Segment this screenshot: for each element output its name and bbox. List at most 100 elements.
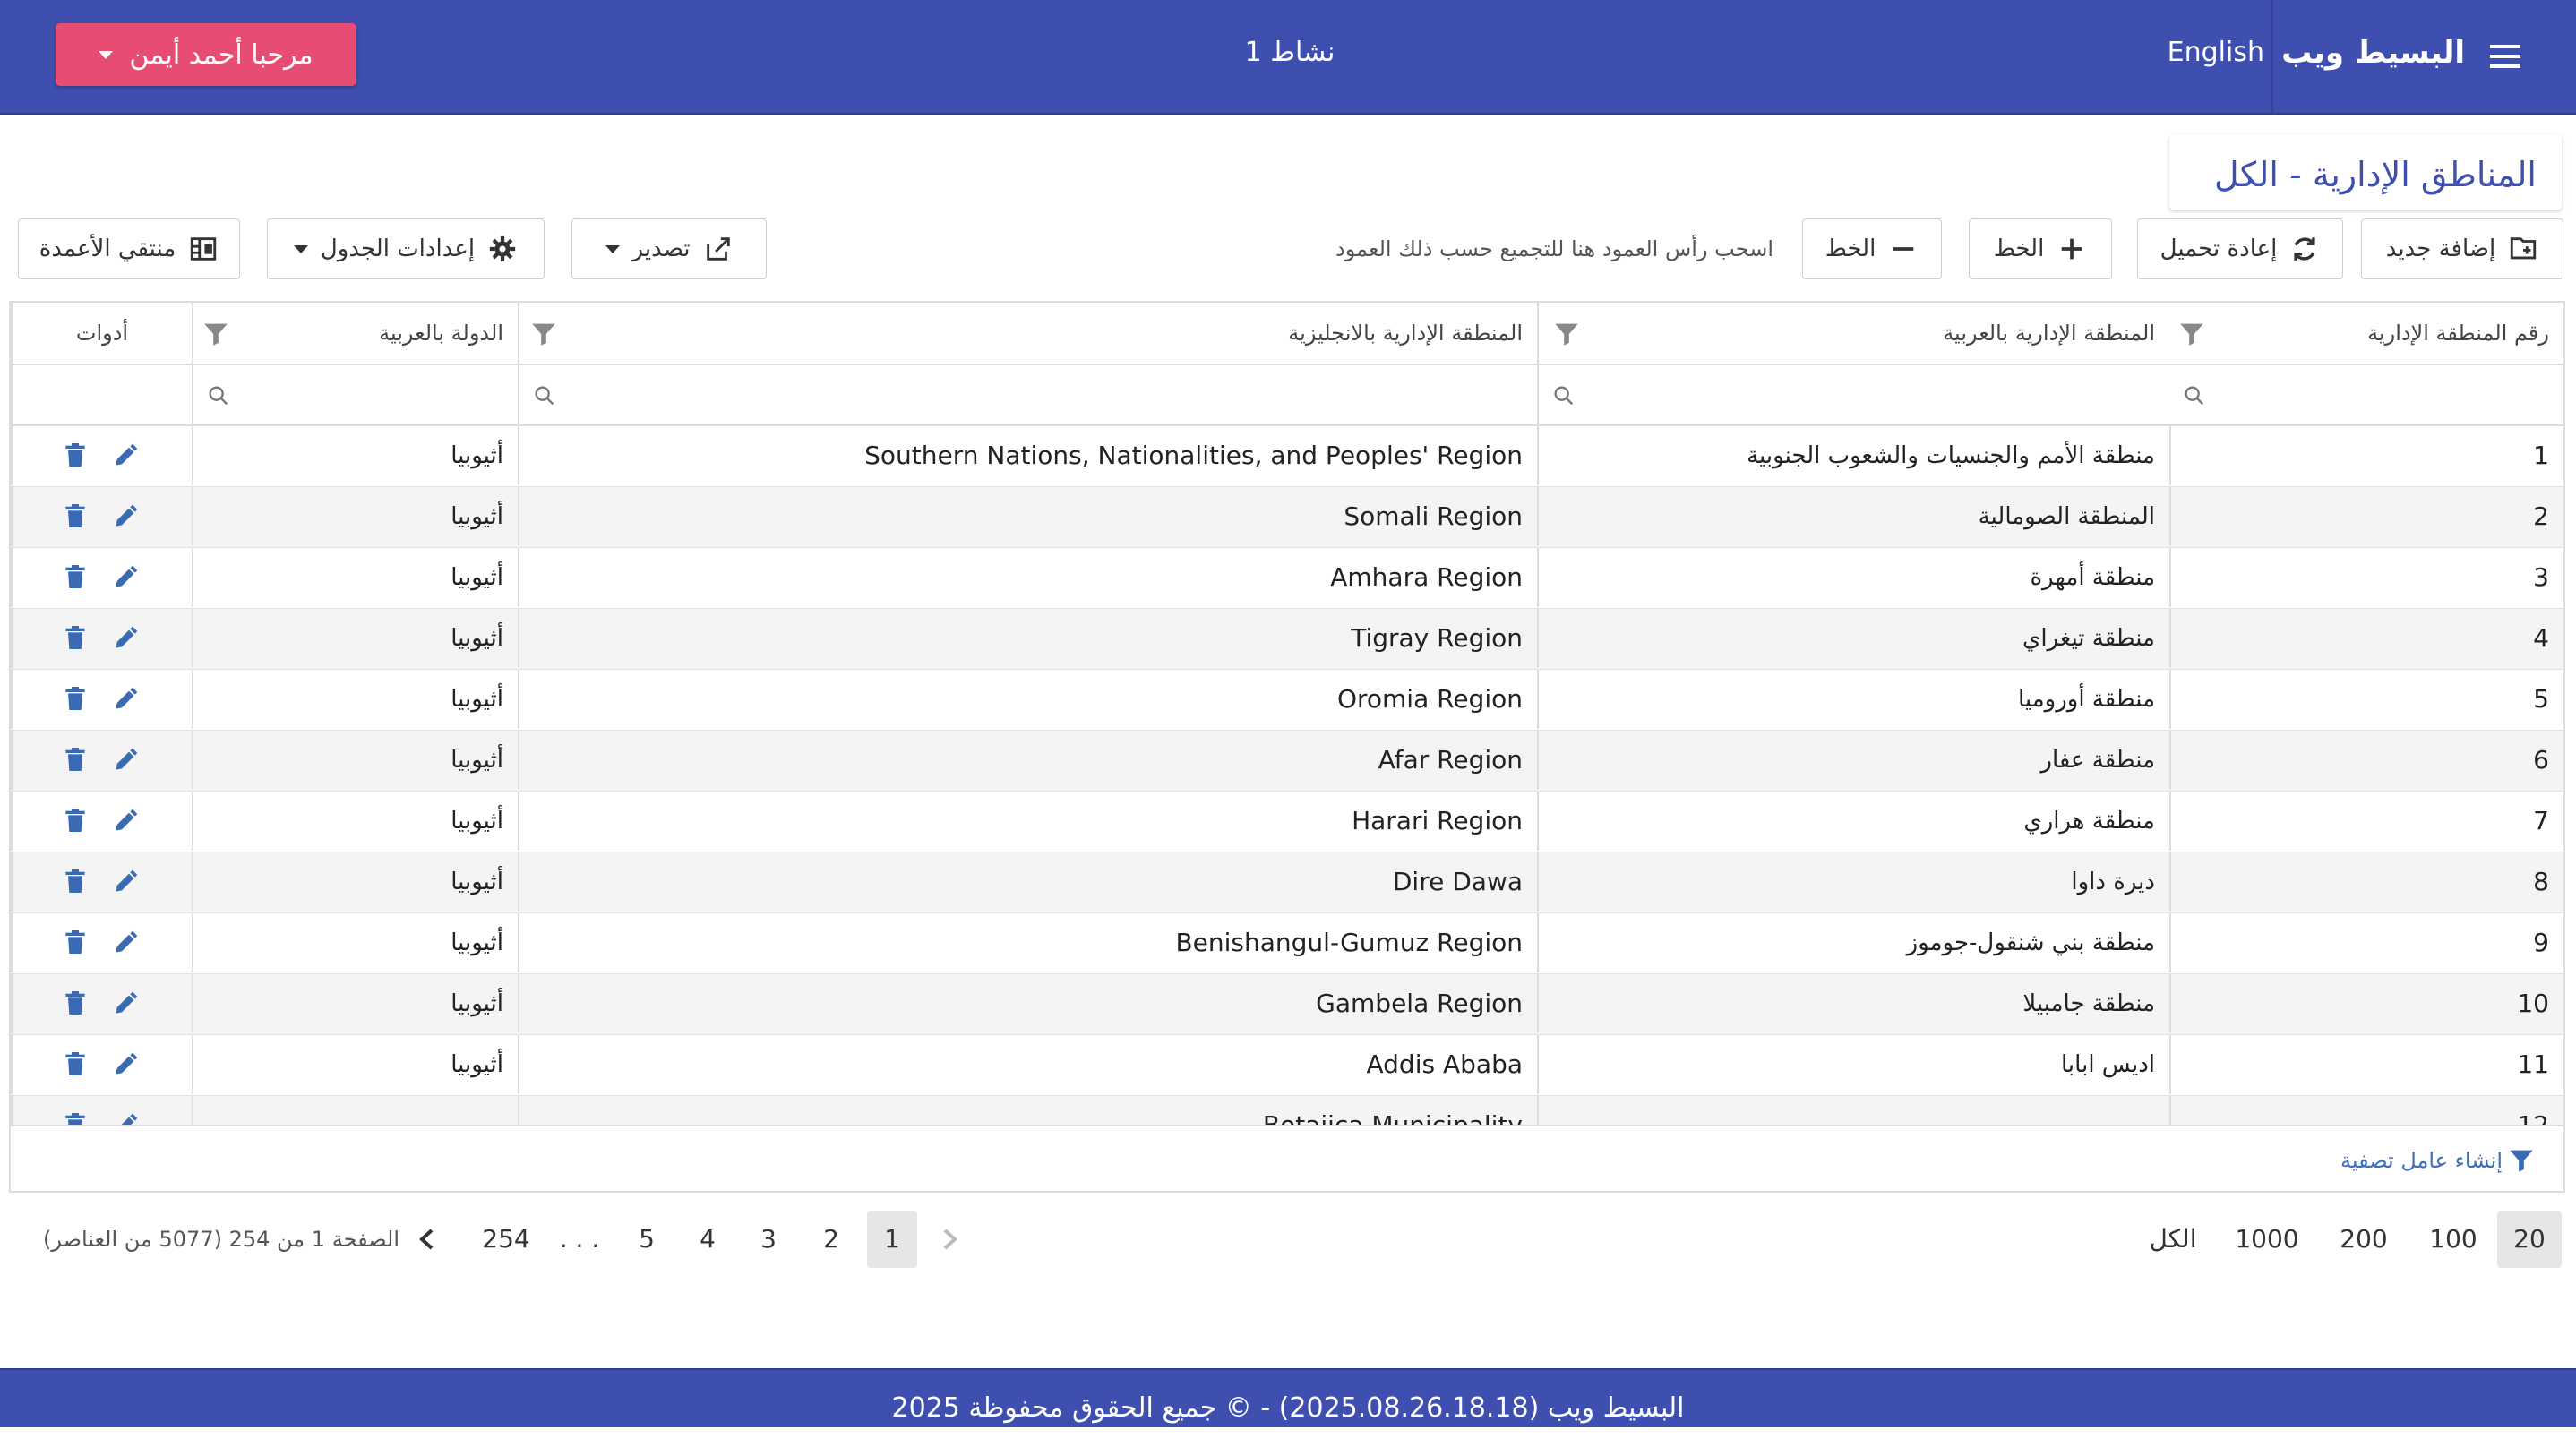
table-row[interactable]: 3 منطقة أمهرة Amhara Region أثيوبيا — [11, 548, 2563, 609]
cell-id: 11 — [2169, 1035, 2563, 1094]
cell-name-en: Harari Region — [518, 792, 1537, 851]
filter-funnel-icon[interactable] — [1551, 319, 1582, 349]
cell-country-ar: أثيوبيا — [192, 670, 518, 729]
page-info: الصفحة 1 من 254 (5077 من العناصر) — [43, 1227, 399, 1252]
edit-pencil-icon[interactable] — [111, 502, 140, 531]
delete-trash-icon[interactable] — [61, 685, 90, 714]
edit-pencil-icon[interactable] — [111, 685, 140, 714]
table-row[interactable]: 10 منطقة جامبيلا Gambela Region أثيوبيا — [11, 974, 2563, 1035]
column-header-id[interactable]: رقم المنطقة الإدارية — [2169, 303, 2563, 364]
filter-funnel-icon — [2510, 1150, 2533, 1172]
cell-id: 9 — [2169, 913, 2563, 972]
table-row[interactable]: 12 Botajica Municipality — [11, 1096, 2563, 1125]
table-row[interactable]: 7 منطقة هراري Harari Region أثيوبيا — [11, 792, 2563, 852]
next-page-button[interactable] — [407, 1211, 448, 1268]
cell-name-ar: منطقة هراري — [1537, 792, 2169, 851]
filter-row — [11, 364, 2563, 426]
cell-name-en: Oromia Region — [518, 670, 1537, 729]
column-chooser-button[interactable]: منتقي الأعمدة — [18, 218, 240, 279]
search-icon — [1554, 386, 1574, 406]
delete-trash-icon[interactable] — [61, 868, 90, 896]
delete-trash-icon[interactable] — [61, 502, 90, 531]
prev-page-button[interactable] — [930, 1211, 971, 1268]
data-grid: رقم المنطقة الإدارية المنطقة الإدارية با… — [9, 301, 2565, 1193]
delete-trash-icon[interactable] — [61, 441, 90, 470]
table-row[interactable]: 2 المنطقة الصومالية Somali Region أثيوبيا — [11, 487, 2563, 548]
font-increase-button[interactable]: الخط — [1969, 218, 2112, 279]
table-row[interactable]: 5 منطقة أوروميا Oromia Region أثيوبيا — [11, 670, 2563, 731]
reload-button[interactable]: إعادة تحميل — [2137, 218, 2343, 279]
edit-pencil-icon[interactable] — [111, 868, 140, 896]
table-row[interactable]: 4 منطقة تيغراي Tigray Region أثيوبيا — [11, 609, 2563, 670]
cell-name-ar: منطقة عفار — [1537, 731, 2169, 790]
page-button-254[interactable]: 254 — [473, 1211, 539, 1268]
filter-funnel-icon[interactable] — [201, 319, 231, 349]
create-filter-link[interactable]: إنشاء عامل تصفية — [2340, 1126, 2537, 1191]
cell-tools — [11, 1035, 192, 1094]
edit-pencil-icon[interactable] — [111, 929, 140, 957]
cell-name-ar: منطقة بني شنقول-جوموز — [1537, 913, 2169, 972]
column-header-name-ar-label: المنطقة الإدارية بالعربية — [1943, 321, 2155, 346]
edit-pencil-icon[interactable] — [111, 441, 140, 470]
delete-trash-icon[interactable] — [61, 989, 90, 1018]
filter-funnel-icon[interactable] — [2177, 319, 2207, 349]
delete-trash-icon[interactable] — [61, 807, 90, 835]
edit-pencil-icon[interactable] — [111, 989, 140, 1018]
table-row[interactable]: 9 منطقة بني شنقول-جوموز Benishangul-Gumuz … — [11, 913, 2563, 974]
cell-name-en: Southern Nations, Nationalities, and Peo… — [518, 426, 1537, 485]
page-size-all[interactable]: الكل — [2135, 1211, 2211, 1268]
table-row[interactable]: 6 منطقة عفار Afar Region أثيوبيا — [11, 731, 2563, 792]
table-row[interactable]: 1 منطقة الأمم والجنسيات والشعوب الجنوبية S… — [11, 426, 2563, 487]
export-button[interactable]: تصدير — [571, 218, 767, 279]
page-button-5[interactable]: 5 — [623, 1211, 670, 1268]
page-button-2[interactable]: 2 — [808, 1211, 854, 1268]
edit-pencil-icon[interactable] — [111, 563, 140, 592]
page-size-1000[interactable]: 1000 — [2227, 1211, 2307, 1268]
cell-tools — [11, 609, 192, 668]
hamburger-menu-icon[interactable] — [2477, 32, 2531, 81]
edit-pencil-icon[interactable] — [111, 1111, 140, 1125]
filter-input-id[interactable] — [2169, 365, 2563, 424]
page-size-100[interactable]: 100 — [2420, 1211, 2486, 1268]
edit-pencil-icon[interactable] — [111, 624, 140, 653]
cell-name-en: Afar Region — [518, 731, 1537, 790]
filter-funnel-icon[interactable] — [528, 319, 559, 349]
page-button-1[interactable]: 1 — [867, 1211, 917, 1268]
add-new-button[interactable]: إضافة جديد — [2361, 218, 2563, 279]
delete-trash-icon[interactable] — [61, 746, 90, 775]
table-row[interactable]: 8 ديرة داوا Dire Dawa أثيوبيا — [11, 852, 2563, 913]
edit-pencil-icon[interactable] — [111, 746, 140, 775]
table-row[interactable]: 11 اديس ابابا Addis Ababa أثيوبيا — [11, 1035, 2563, 1096]
delete-trash-icon[interactable] — [61, 1111, 90, 1125]
cell-name-en: Gambela Region — [518, 974, 1537, 1033]
filter-input-name-ar[interactable] — [1537, 365, 2169, 424]
cell-name-ar — [1537, 1096, 2169, 1125]
edit-pencil-icon[interactable] — [111, 1050, 140, 1079]
cell-id: 8 — [2169, 852, 2563, 912]
delete-trash-icon[interactable] — [61, 624, 90, 653]
activity-indicator: نشاط 1 — [1244, 37, 1335, 68]
page-size-200[interactable]: 200 — [2329, 1211, 2399, 1268]
user-greeting: مرحبا أحمد أيمن — [129, 39, 313, 71]
delete-trash-icon[interactable] — [61, 1050, 90, 1079]
column-header-name-ar[interactable]: المنطقة الإدارية بالعربية — [1537, 303, 2169, 364]
page-button-4[interactable]: 4 — [684, 1211, 731, 1268]
column-header-name-en[interactable]: المنطقة الإدارية بالانجليزية — [518, 303, 1537, 364]
delete-trash-icon[interactable] — [61, 929, 90, 957]
filter-input-name-en[interactable] — [518, 365, 1537, 424]
cell-tools — [11, 426, 192, 485]
user-menu-button[interactable]: مرحبا أحمد أيمن — [56, 23, 356, 86]
page-button-3[interactable]: 3 — [745, 1211, 792, 1268]
filter-input-country-ar[interactable] — [192, 365, 518, 424]
export-label: تصدير — [631, 235, 691, 262]
font-decrease-button[interactable]: الخط — [1802, 218, 1942, 279]
cell-name-ar: منطقة تيغراي — [1537, 609, 2169, 668]
table-settings-button[interactable]: إعدادات الجدول — [267, 218, 545, 279]
delete-trash-icon[interactable] — [61, 563, 90, 592]
column-header-country-ar[interactable]: الدولة بالعربية — [192, 303, 518, 364]
language-switch-link[interactable]: English — [2132, 0, 2264, 106]
page-size-20[interactable]: 20 — [2497, 1211, 2562, 1268]
app-title[interactable]: البسيط ويب — [2277, 0, 2465, 106]
page-title: المناطق الإدارية - الكل — [2214, 155, 2537, 194]
edit-pencil-icon[interactable] — [111, 807, 140, 835]
